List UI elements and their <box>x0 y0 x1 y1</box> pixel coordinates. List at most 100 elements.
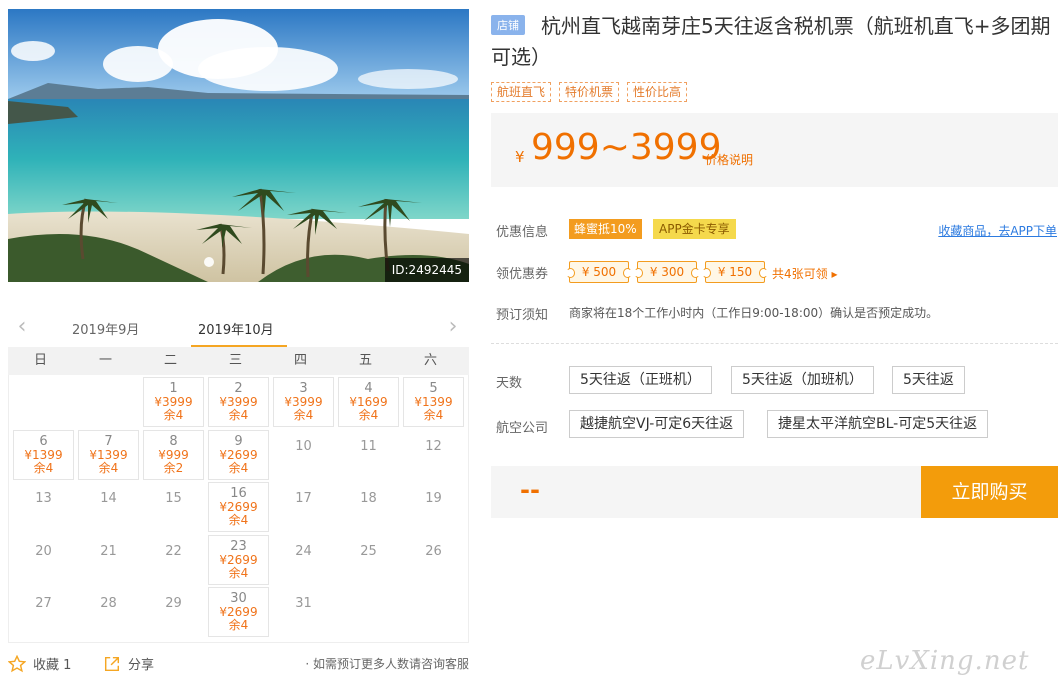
calendar-day-available[interactable]: 23 ¥2699 余4 <box>208 534 269 585</box>
day-number: 22 <box>165 543 182 559</box>
calendar-day-available[interactable]: 6 ¥1399 余4 <box>13 429 74 480</box>
calendar-day: 21 <box>78 535 139 585</box>
calendar-day: 24 <box>273 535 334 585</box>
calendar-day-available[interactable]: 2 ¥3999 余4 <box>208 377 269 427</box>
weekday-label: 二 <box>163 353 177 368</box>
day-number: 31 <box>295 596 312 611</box>
day-price: ¥1399 <box>89 447 128 462</box>
day-number: 23 <box>230 538 247 554</box>
share-button[interactable]: 分享 <box>103 654 154 673</box>
more-coupons-link[interactable]: 共4张可领 ▸ <box>772 265 837 282</box>
calendar-grid: 1 ¥3999 余4 2 ¥3999 余4 3 ¥3999 余4 4 ¥1699 余4 5 ¥1399 余4… <box>8 375 469 643</box>
calendar-day-available[interactable]: 16 ¥2699 余4 <box>208 482 269 532</box>
day-number: 27 <box>35 596 52 611</box>
day-remaining: 余4 <box>358 408 379 422</box>
day-number: 9 <box>234 433 243 449</box>
calendar-day-available[interactable]: 8 ¥999 余2 <box>143 429 204 480</box>
beach-image <box>8 9 469 282</box>
discount-badge-honey: 蜂蜜抵10% <box>569 219 642 239</box>
divider <box>491 343 1058 344</box>
buy-now-button[interactable]: 立即购买 <box>921 466 1058 518</box>
day-number: 11 <box>360 438 377 454</box>
day-remaining: 余4 <box>293 408 314 422</box>
product-tag: 航班直飞 <box>491 82 552 102</box>
day-remaining: 余4 <box>98 460 119 475</box>
calendar-day: 10 <box>273 430 334 480</box>
product-tag: 性价比高 <box>627 82 688 102</box>
option-days-extra[interactable]: 5天往返（加班机） <box>731 366 874 394</box>
weekday-label: 六 <box>423 353 437 368</box>
weekday-label: 日 <box>33 353 47 368</box>
option-airline-vj[interactable]: 越捷航空VJ-可定6天往返 <box>569 410 745 438</box>
calendar-day: 26 <box>403 535 464 585</box>
notice-label: 预订须知 <box>496 308 549 323</box>
coupon-ticket[interactable]: ¥ 150 <box>702 261 768 283</box>
tab-current-month[interactable]: 2019年10月 <box>198 319 274 338</box>
day-remaining: 余2 <box>163 460 184 475</box>
day-number: 13 <box>35 491 52 506</box>
currency-symbol: ¥ <box>515 148 525 166</box>
calendar-day-available[interactable]: 9 ¥2699 余4 <box>208 429 269 480</box>
chevron-left-icon[interactable]: ‹ <box>12 315 32 339</box>
calendar-day-available[interactable]: 3 ¥3999 余4 <box>273 377 334 427</box>
weekday-label: 三 <box>228 353 242 368</box>
calendar-day-available[interactable]: 5 ¥1399 余4 <box>403 377 464 427</box>
day-number: 25 <box>360 543 377 559</box>
booking-note: · 如需预订更多人数请咨询客服 <box>305 657 469 671</box>
favorite-label: 收藏 1 <box>33 658 72 673</box>
day-number: 24 <box>295 543 312 559</box>
calendar-day: 20 <box>13 535 74 585</box>
share-label: 分享 <box>128 658 155 673</box>
day-number: 14 <box>100 491 117 506</box>
day-remaining: 余4 <box>228 460 249 475</box>
weekday-label: 一 <box>98 353 112 368</box>
day-number: 2 <box>234 381 243 396</box>
coupon-ticket[interactable]: ¥ 500 <box>566 261 632 283</box>
product-photo[interactable]: ID:2492445 <box>8 9 469 282</box>
notice-text: 商家将在18个工作小时内（工作日9:00-18:00）确认是否预定成功。 <box>569 306 939 320</box>
day-number: 20 <box>35 543 52 559</box>
calendar-day: 28 <box>78 587 139 637</box>
tab-prev-month[interactable]: 2019年9月 <box>72 319 139 338</box>
airline-label: 航空公司 <box>496 421 549 436</box>
price-explain-link[interactable]: 价格说明 <box>705 151 753 168</box>
calendar-day: 12 <box>403 430 464 480</box>
day-price: ¥2699 <box>219 552 258 567</box>
star-icon <box>8 654 26 672</box>
day-price: ¥1399 <box>24 447 63 462</box>
chevron-right-icon[interactable]: › <box>443 315 463 339</box>
share-icon <box>104 656 120 671</box>
favorite-app-link[interactable]: 收藏商品，去APP下单 <box>938 222 1057 239</box>
calendar-day-available[interactable]: 30 ¥2699 余4 <box>208 587 269 637</box>
day-number: 29 <box>165 596 182 611</box>
calendar-day: 29 <box>143 587 204 637</box>
calendar-day-available[interactable]: 4 ¥1699 余4 <box>338 377 399 427</box>
option-airline-bl[interactable]: 捷星太平洋航空BL-可定5天往返 <box>767 410 989 438</box>
weekday-label: 五 <box>358 353 372 368</box>
day-number: 4 <box>364 381 373 396</box>
day-number: 26 <box>425 543 442 559</box>
day-number: 21 <box>100 543 117 559</box>
price-range: 999~3999 <box>531 127 722 168</box>
product-tags: 航班直飞 特价机票 性价比高 <box>491 82 688 102</box>
calendar-day-available[interactable]: 7 ¥1399 余4 <box>78 429 139 480</box>
day-number: 18 <box>360 491 377 506</box>
day-remaining: 余4 <box>228 618 249 632</box>
calendar-day: 13 <box>13 482 74 532</box>
day-price: ¥2699 <box>219 447 258 462</box>
day-number: 10 <box>295 438 312 454</box>
day-number: 16 <box>230 486 247 501</box>
discount-badge-app: APP金卡专享 <box>653 219 736 239</box>
favorite-button[interactable]: 收藏 1 <box>8 654 71 673</box>
buy-bar: -- 立即购买 <box>491 466 1058 518</box>
coupon-ticket[interactable]: ¥ 300 <box>634 261 700 283</box>
discount-label: 优惠信息 <box>496 225 549 240</box>
option-days-plain[interactable]: 5天往返 <box>892 366 965 394</box>
day-number: 28 <box>100 596 117 611</box>
option-days-regular[interactable]: 5天往返（正班机） <box>569 366 712 394</box>
calendar-day-available[interactable]: 1 ¥3999 余4 <box>143 377 204 427</box>
weekday-label: 四 <box>293 353 307 368</box>
calendar-day: 25 <box>338 535 399 585</box>
calendar-day: 15 <box>143 482 204 532</box>
carousel-dot[interactable] <box>204 257 214 267</box>
